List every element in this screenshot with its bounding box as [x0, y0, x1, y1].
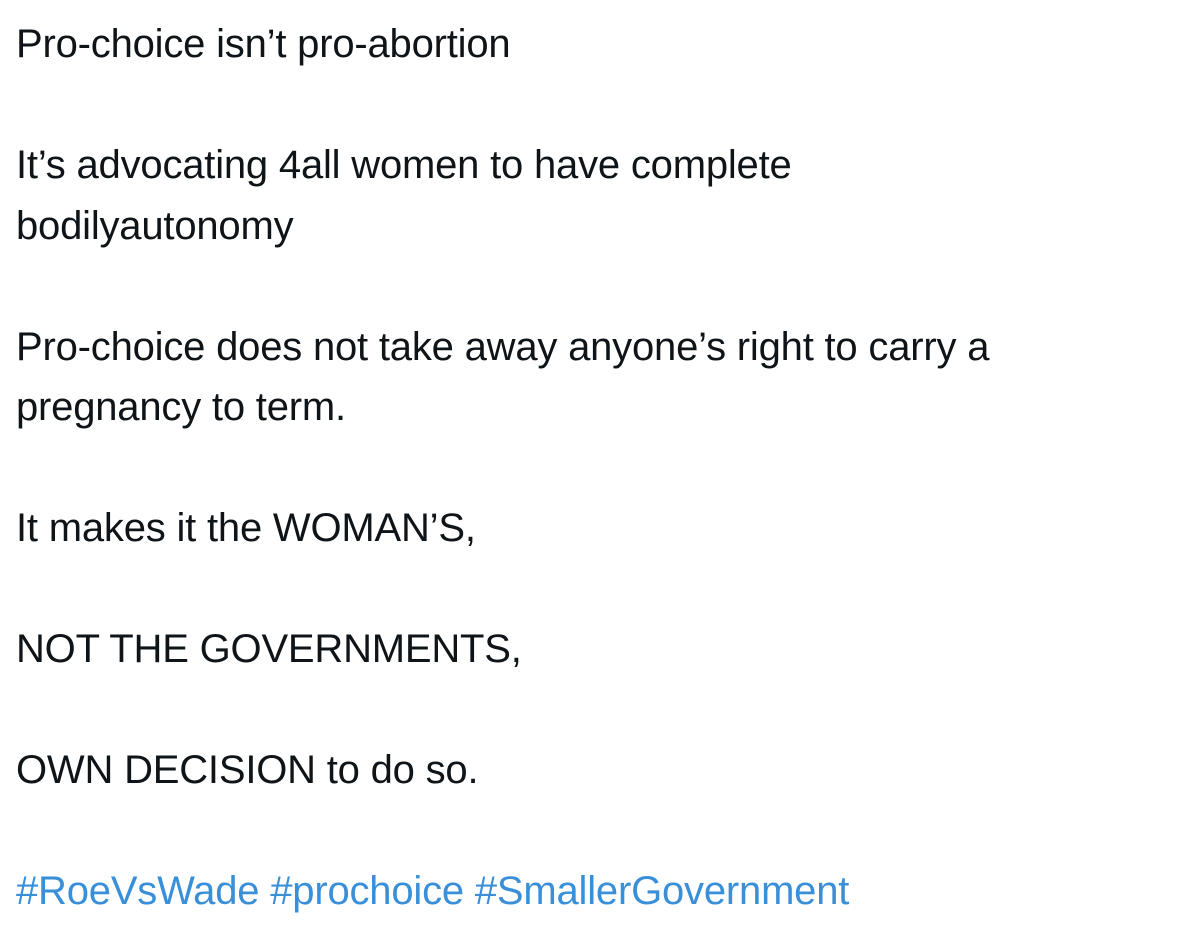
hashtag-link-prochoice[interactable]: #prochoice	[270, 869, 464, 913]
tweet-line: OWN DECISION to do so.	[16, 748, 479, 792]
tweet-paragraph: It makes it the WOMAN’S,	[16, 498, 1166, 559]
tweet-line: It makes it the WOMAN’S,	[16, 506, 476, 550]
tweet-paragraph: It’s advocating 4all women to have compl…	[16, 135, 1166, 256]
tweet-text: Pro-choice isn’t pro-abortion It’s advoc…	[16, 14, 1166, 922]
tweet-paragraph: OWN DECISION to do so.	[16, 740, 1166, 801]
tweet-paragraph: Pro-choice isn’t pro-abortion	[16, 14, 1166, 75]
tweet-paragraph: Pro-choice does not take away anyone’s r…	[16, 317, 1166, 438]
tweet-line: Pro-choice does not take away anyone’s r…	[16, 324, 990, 369]
hashtag-link-smallergovernment[interactable]: #SmallerGovernment	[475, 869, 850, 913]
tweet-line: It’s advocating 4all women to have compl…	[16, 143, 792, 187]
tweet-line: bodilyautonomy	[16, 203, 294, 248]
tweet-line: Pro-choice isn’t pro-abortion	[16, 22, 511, 66]
tweet-paragraph: NOT THE GOVERNMENTS,	[16, 619, 1166, 680]
tweet-line: pregnancy to term.	[16, 385, 346, 429]
hashtag-link-roevswade[interactable]: #RoeVsWade	[16, 869, 260, 913]
tweet-line: NOT THE GOVERNMENTS,	[16, 627, 522, 671]
hashtag-list: #RoeVsWade #prochoice #SmallerGovernment	[16, 861, 1166, 922]
